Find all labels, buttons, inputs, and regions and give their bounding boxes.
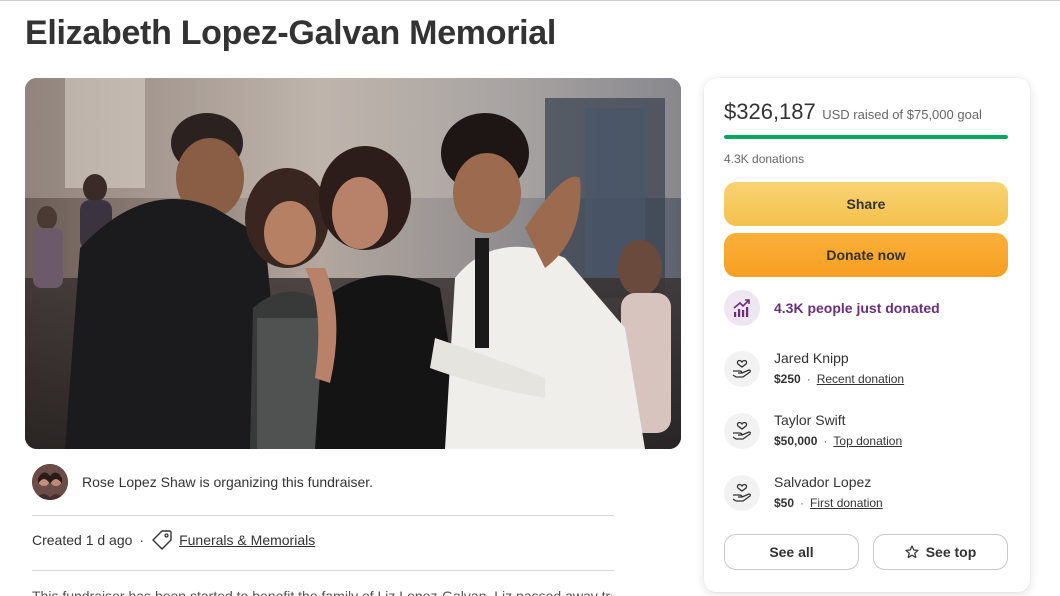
donor-item: Taylor Swift $50,000 · Top donation bbox=[724, 411, 902, 451]
page-title: Elizabeth Lopez-Galvan Memorial bbox=[25, 14, 557, 52]
donor-separator: · bbox=[806, 372, 811, 386]
share-button[interactable]: Share bbox=[724, 182, 1008, 226]
donor-name: Salvador Lopez bbox=[774, 474, 872, 490]
description-preview: This fundraiser has been started to bene… bbox=[32, 588, 612, 596]
donor-item: Jared Knipp $250 · Recent donation bbox=[724, 349, 904, 389]
donate-now-button[interactable]: Donate now bbox=[724, 233, 1008, 277]
donation-type-link[interactable]: First donation bbox=[810, 496, 883, 510]
donations-count: 4.3K donations bbox=[724, 152, 805, 166]
see-all-label: See all bbox=[769, 544, 814, 560]
description-text: This fundraiser has been started to bene… bbox=[32, 588, 612, 596]
donor-name: Jared Knipp bbox=[774, 350, 849, 366]
donor-separator: · bbox=[823, 434, 828, 448]
section-divider-2 bbox=[32, 570, 614, 571]
goal-text: USD raised of $75,000 goal bbox=[822, 107, 982, 122]
donor-separator: · bbox=[800, 496, 805, 510]
donation-hands-icon bbox=[724, 351, 760, 387]
donation-card: $326,187 USD raised of $75,000 goal 4.3K… bbox=[704, 78, 1030, 592]
see-top-label: See top bbox=[925, 544, 977, 560]
amount-raised: $326,187 bbox=[724, 99, 816, 124]
donation-type-link[interactable]: Top donation bbox=[833, 434, 902, 448]
progress-fill bbox=[724, 135, 1008, 139]
see-top-button[interactable]: See top bbox=[873, 534, 1008, 570]
donor-amount: $50,000 bbox=[774, 434, 818, 448]
recent-activity-row: 4.3K people just donated bbox=[724, 290, 940, 326]
fundraiser-photo[interactable] bbox=[25, 78, 681, 449]
recent-activity-text: 4.3K people just donated bbox=[774, 300, 940, 316]
amount-raised-row: $326,187 USD raised of $75,000 goal bbox=[724, 99, 982, 125]
meta-separator: · bbox=[139, 532, 145, 548]
tag-icon bbox=[151, 529, 173, 551]
see-all-button[interactable]: See all bbox=[724, 534, 859, 570]
donation-hands-icon bbox=[724, 475, 760, 511]
donor-amount: $250 bbox=[774, 372, 801, 386]
donor-amount: $50 bbox=[774, 496, 795, 510]
star-icon bbox=[905, 545, 919, 559]
organizer-avatar[interactable] bbox=[32, 464, 68, 500]
donation-type-link[interactable]: Recent donation bbox=[817, 372, 904, 386]
fundraiser-meta: Created 1 d ago · Funerals & Memorials bbox=[32, 528, 315, 552]
organizer-text: Rose Lopez Shaw is organizing this fundr… bbox=[82, 474, 374, 490]
trending-up-icon bbox=[724, 290, 760, 326]
fundraiser-page: Elizabeth Lopez-Galvan Memorial Rose Lop… bbox=[0, 0, 1060, 596]
organizer-row: Rose Lopez Shaw is organizing this fundr… bbox=[32, 464, 373, 500]
progress-bar bbox=[724, 135, 1008, 139]
donation-hands-icon bbox=[724, 413, 760, 449]
section-divider bbox=[32, 515, 614, 516]
top-divider bbox=[0, 0, 1060, 1]
avatar-image bbox=[32, 464, 68, 500]
donor-item: Salvador Lopez $50 · First donation bbox=[724, 473, 883, 513]
donor-name: Taylor Swift bbox=[774, 412, 846, 428]
created-date: Created 1 d ago bbox=[32, 532, 133, 548]
category-link[interactable]: Funerals & Memorials bbox=[179, 532, 315, 548]
photo-illustration bbox=[25, 78, 681, 449]
